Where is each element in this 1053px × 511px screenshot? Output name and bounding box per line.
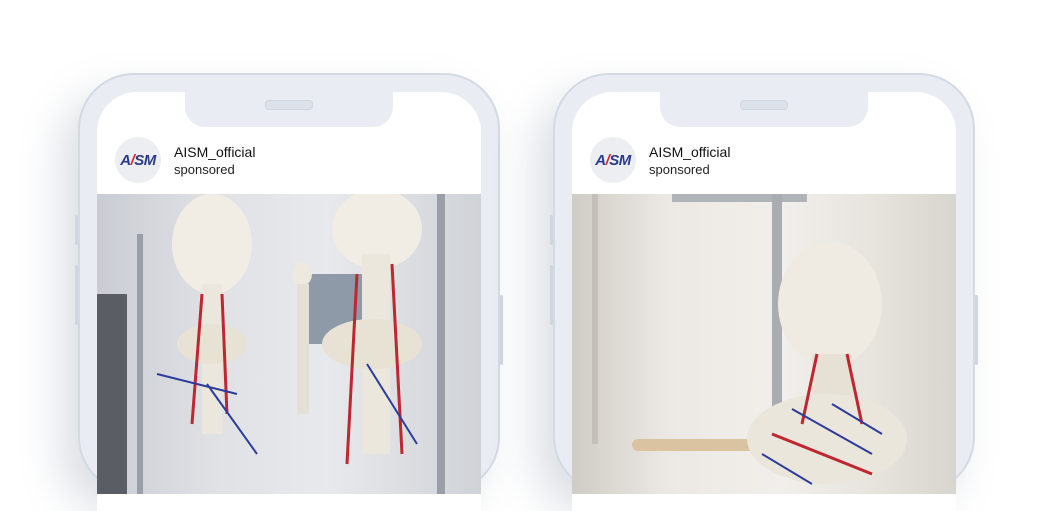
- phone-side-button: [975, 295, 978, 365]
- account-name[interactable]: AISM_official: [649, 144, 730, 160]
- account-name[interactable]: AISM_official: [174, 144, 255, 160]
- phone-mockup-right: A/SM AISM_official sponsored: [550, 73, 978, 511]
- avatar[interactable]: A/SM: [590, 137, 636, 183]
- phone-screen: A/SM AISM_official sponsored: [572, 92, 956, 511]
- phone-side-button: [75, 215, 78, 245]
- phone-side-button: [550, 265, 553, 325]
- phone-side-button: [75, 265, 78, 325]
- post-image[interactable]: [572, 194, 956, 494]
- aism-logo: A/SM: [595, 151, 631, 169]
- sponsored-label: sponsored: [174, 162, 235, 177]
- phone-notch: [185, 92, 393, 127]
- speaker-icon: [265, 100, 313, 110]
- sponsored-label: sponsored: [649, 162, 710, 177]
- phone-screen: A/SM AISM_official sponsored: [97, 92, 481, 511]
- speaker-icon: [740, 100, 788, 110]
- phone-notch: [660, 92, 868, 127]
- skeleton-photo: [592, 194, 907, 485]
- post-image[interactable]: [97, 194, 481, 494]
- aism-logo: A/SM: [120, 151, 156, 169]
- phone-side-button: [500, 295, 503, 365]
- phone-side-button: [550, 215, 553, 245]
- skeleton-photo: [97, 194, 445, 494]
- avatar[interactable]: A/SM: [115, 137, 161, 183]
- phone-mockup-left: A/SM AISM_official sponsored: [75, 73, 503, 511]
